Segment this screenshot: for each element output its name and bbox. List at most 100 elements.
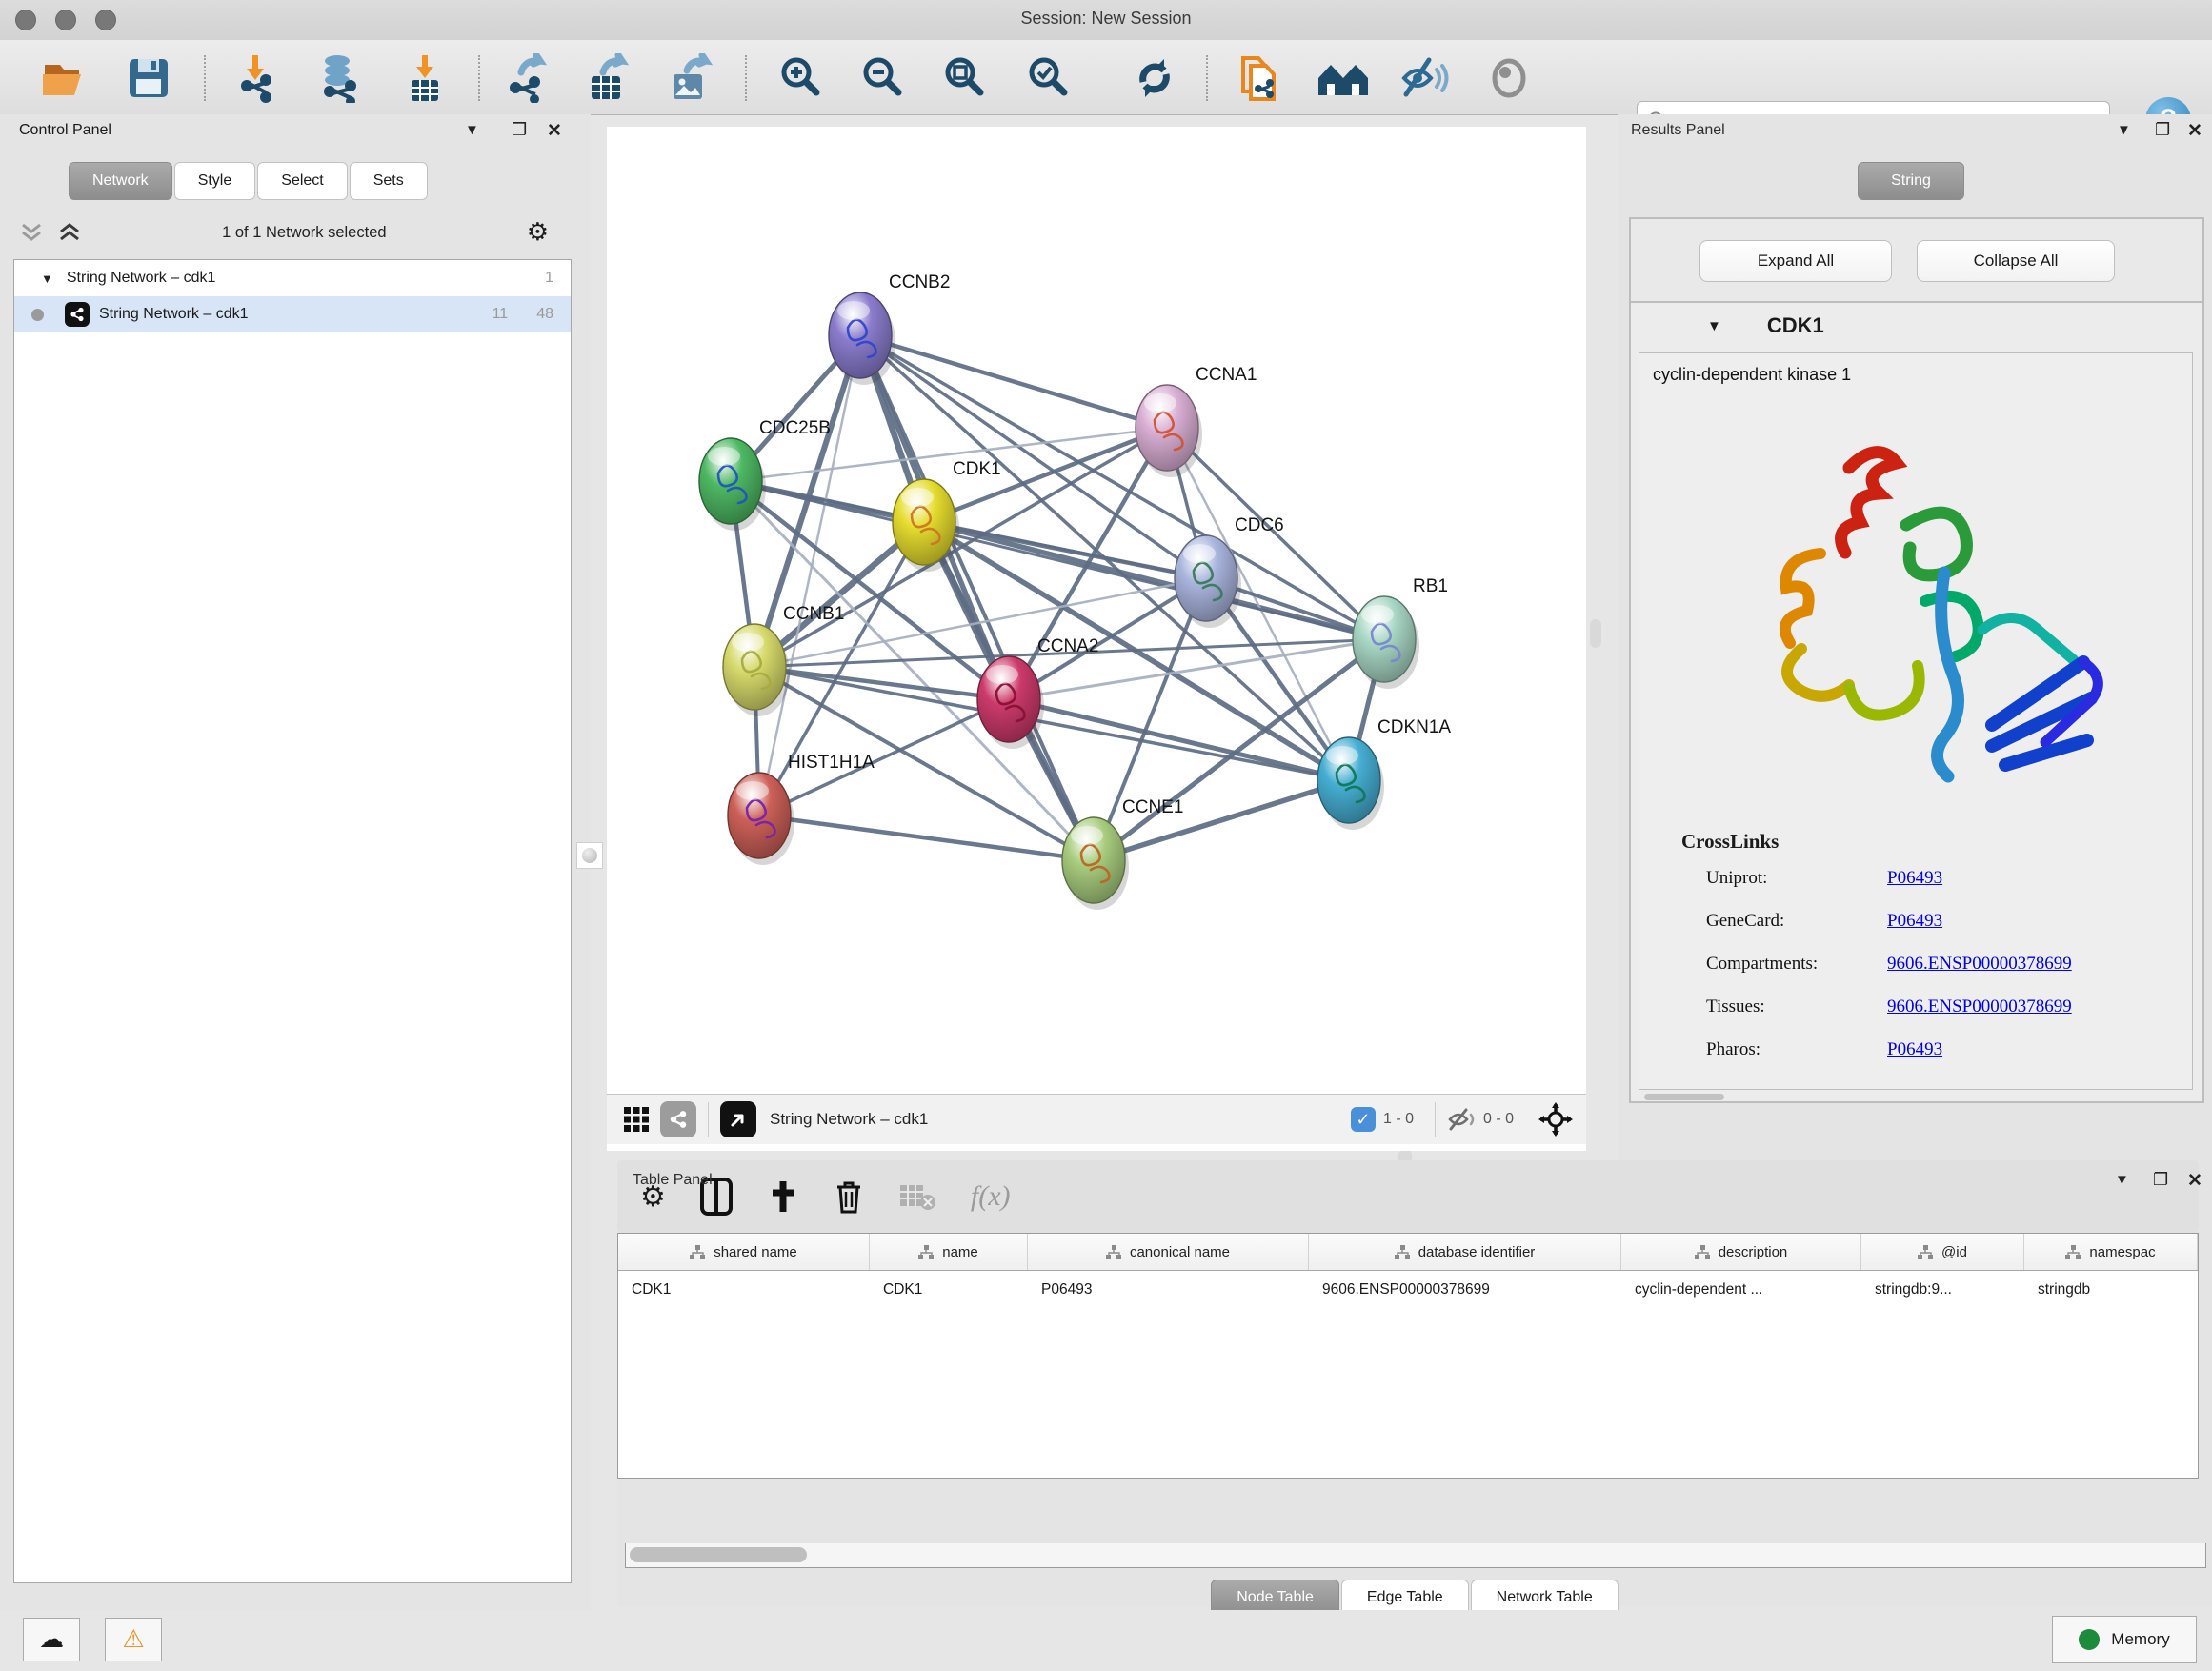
tree-expand-icon[interactable]: ▼ xyxy=(41,272,53,286)
node-label: CCNB1 xyxy=(783,604,844,624)
collapse-all-button[interactable]: Collapse All xyxy=(1917,240,2115,282)
network-node[interactable] xyxy=(977,656,1044,749)
delete-table-icon[interactable] xyxy=(898,1181,936,1212)
results-panel-menu-icon[interactable]: ▼ xyxy=(2117,122,2131,138)
network-edge[interactable] xyxy=(860,335,1094,860)
open-session-button[interactable] xyxy=(38,51,91,105)
selected-checkbox-icon[interactable]: ✓ xyxy=(1351,1107,1376,1132)
open-in-window-button[interactable] xyxy=(720,1101,756,1137)
table-panel-close-icon[interactable]: ✕ xyxy=(2187,1170,2202,1192)
network-node[interactable] xyxy=(1317,737,1384,830)
table-cell[interactable]: 9606.ENSP00000378699 xyxy=(1309,1281,1621,1299)
entry-collapse-icon[interactable]: ▼ xyxy=(1707,318,1721,334)
snapshot-button[interactable] xyxy=(1233,51,1286,105)
zoom-in-button[interactable] xyxy=(774,51,827,105)
warnings-button[interactable]: ⚠ xyxy=(105,1618,162,1661)
delete-column-trash-icon[interactable] xyxy=(834,1178,864,1216)
right-splitter-grip[interactable] xyxy=(1590,619,1601,648)
export-network-button[interactable] xyxy=(501,51,554,105)
results-panel-float-icon[interactable]: ❐ xyxy=(2155,120,2170,140)
network-node[interactable] xyxy=(723,624,790,716)
export-table-button[interactable] xyxy=(581,51,634,105)
collapse-all-icon[interactable] xyxy=(19,221,44,244)
table-cell[interactable]: CDK1 xyxy=(618,1281,870,1299)
show-all-button[interactable] xyxy=(1482,51,1536,105)
add-column-icon[interactable] xyxy=(767,1178,799,1216)
hide-selected-button[interactable] xyxy=(1398,51,1452,105)
import-table-button[interactable] xyxy=(398,51,452,105)
export-image-button[interactable] xyxy=(663,51,716,105)
zoom-fit-button[interactable] xyxy=(937,51,991,105)
table-hscrollbar-thumb[interactable] xyxy=(630,1547,807,1562)
control-panel-menu-icon[interactable]: ▼ xyxy=(465,122,479,138)
column-header-name[interactable]: name xyxy=(870,1234,1028,1270)
tab-string[interactable]: String xyxy=(1858,162,1964,200)
network-node[interactable] xyxy=(1062,817,1129,910)
network-count-row: 1 of 1 Network selected ⚙ xyxy=(19,211,562,253)
refresh-button[interactable] xyxy=(1128,51,1181,105)
column-header-namespac[interactable]: namespac xyxy=(2024,1234,2198,1270)
crosslink-label: Pharos: xyxy=(1706,1039,1887,1060)
expand-all-button[interactable]: Expand All xyxy=(1699,240,1892,282)
warning-icon: ⚠ xyxy=(122,1625,144,1654)
birdseye-grid-button[interactable] xyxy=(618,1101,654,1137)
network-edge[interactable] xyxy=(759,335,860,815)
collection-count: 1 xyxy=(545,270,553,287)
table-cell[interactable]: CDK1 xyxy=(870,1281,1028,1299)
tab-select[interactable]: Select xyxy=(257,162,347,200)
crosslink-value-link[interactable]: P06493 xyxy=(1887,1039,1942,1060)
control-panel-float-icon[interactable]: ❐ xyxy=(512,120,527,140)
control-panel-close-icon[interactable]: ✕ xyxy=(547,120,562,142)
network-row[interactable]: String Network – cdk1 11 48 xyxy=(14,296,571,332)
table-row[interactable]: CDK1CDK1P064939606.ENSP00000378699cyclin… xyxy=(618,1271,2198,1309)
network-canvas[interactable]: CCNB2CCNA1CDC25BCDK1CDC6RB1CCNB1CCNA2CDK… xyxy=(607,127,1586,1151)
column-header-canonical-name[interactable]: canonical name xyxy=(1028,1234,1309,1270)
tab-sets[interactable]: Sets xyxy=(350,162,428,200)
import-network-database-button[interactable] xyxy=(312,51,366,105)
zoom-out-button[interactable] xyxy=(855,51,909,105)
network-graph[interactable]: CCNB2CCNA1CDC25BCDK1CDC6RB1CCNB1CCNA2CDK… xyxy=(607,127,1586,1094)
network-options-gear-icon[interactable]: ⚙ xyxy=(527,218,549,247)
first-neighbors-button[interactable] xyxy=(1317,51,1370,105)
column-type-icon xyxy=(690,1245,706,1259)
table-panel-float-icon[interactable]: ❐ xyxy=(2153,1170,2168,1190)
network-edge[interactable] xyxy=(759,815,1094,860)
expand-all-icon[interactable] xyxy=(57,221,82,244)
column-header--id[interactable]: @id xyxy=(1861,1234,2024,1270)
tab-style[interactable]: Style xyxy=(174,162,256,200)
results-panel-close-icon[interactable]: ✕ xyxy=(2187,120,2202,142)
table-cell[interactable]: P06493 xyxy=(1028,1281,1309,1299)
network-edge[interactable] xyxy=(860,335,1167,428)
table-panel-menu-icon[interactable]: ▼ xyxy=(2115,1172,2129,1188)
save-session-button[interactable] xyxy=(122,51,175,105)
network-edge[interactable] xyxy=(1094,780,1349,860)
network-node[interactable] xyxy=(728,773,794,865)
show-eye-icon xyxy=(1484,57,1534,99)
crosslink-value-link[interactable]: P06493 xyxy=(1887,868,1942,889)
left-splitter-grip[interactable] xyxy=(576,842,603,869)
table-cell[interactable]: stringdb xyxy=(2024,1281,2198,1299)
cloud-button[interactable]: ☁ xyxy=(23,1618,80,1661)
results-entry-header[interactable]: ▼ CDK1 xyxy=(1631,303,2202,349)
crosslink-value-link[interactable]: P06493 xyxy=(1887,911,1942,932)
crosslink-value-link[interactable]: 9606.ENSP00000378699 xyxy=(1887,997,2072,1017)
column-header-description[interactable]: description xyxy=(1621,1234,1861,1270)
network-collection-row[interactable]: ▼ String Network – cdk1 1 xyxy=(14,260,571,296)
crosslink-value-link[interactable]: 9606.ENSP00000378699 xyxy=(1887,954,2072,975)
column-header-shared-name[interactable]: shared name xyxy=(618,1234,870,1270)
network-node[interactable] xyxy=(1353,596,1419,689)
memory-button[interactable]: Memory xyxy=(2052,1616,2197,1663)
pan-crosshair-icon[interactable] xyxy=(1538,1102,1573,1137)
table-hscrollbar[interactable] xyxy=(625,1543,2206,1568)
function-builder-icon[interactable]: f(x) xyxy=(971,1180,1011,1213)
network-share-button[interactable] xyxy=(660,1101,696,1137)
table-cell[interactable]: cyclin-dependent ... xyxy=(1621,1281,1861,1299)
column-header-database-identifier[interactable]: database identifier xyxy=(1309,1234,1621,1270)
zoom-selected-button[interactable] xyxy=(1021,51,1075,105)
import-network-file-button[interactable] xyxy=(231,51,284,105)
export-network-icon xyxy=(504,53,552,103)
results-hscrollbar[interactable] xyxy=(1644,1094,1724,1100)
tab-network[interactable]: Network xyxy=(69,162,172,200)
table-cell[interactable]: stringdb:9... xyxy=(1861,1281,2024,1299)
network-node[interactable] xyxy=(829,292,895,385)
